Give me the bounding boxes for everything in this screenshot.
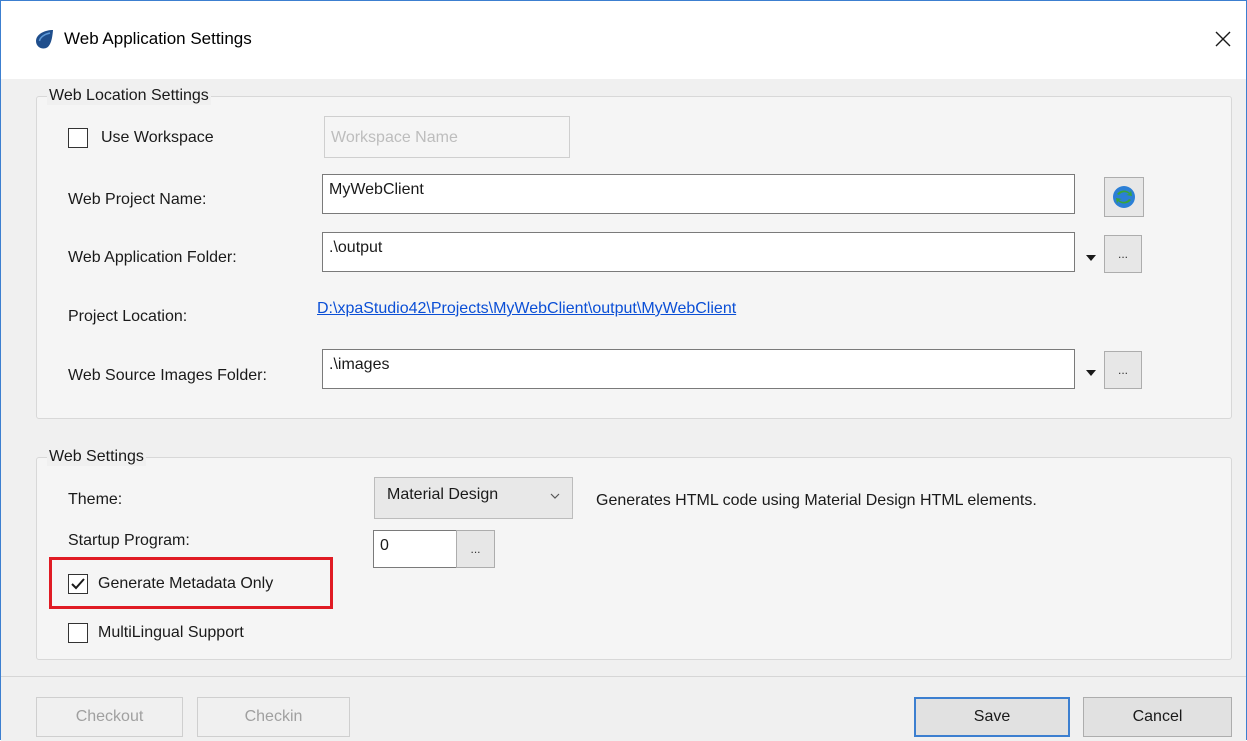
save-button[interactable]: Save xyxy=(914,697,1070,737)
startup-program-browse-button[interactable]: ... xyxy=(456,530,495,568)
project-location-label: Project Location: xyxy=(68,308,188,325)
chevron-down-icon xyxy=(550,493,560,499)
close-icon xyxy=(1215,31,1231,47)
refresh-globe-icon xyxy=(1113,186,1135,208)
workspace-name-input[interactable]: Workspace Name xyxy=(324,116,570,158)
title-bar: Web Application Settings xyxy=(1,1,1246,79)
ellipsis-icon: ... xyxy=(1117,247,1128,261)
caret-down-icon[interactable] xyxy=(1084,253,1098,263)
theme-label: Theme: xyxy=(68,491,123,508)
cancel-button[interactable]: Cancel xyxy=(1083,697,1232,737)
web-images-folder-label: Web Source Images Folder: xyxy=(68,367,267,384)
dialog-footer: Checkout Checkin Save Cancel xyxy=(1,676,1246,741)
web-images-folder-input[interactable]: .\images xyxy=(322,349,1075,389)
web-app-folder-label: Web Application Folder: xyxy=(68,249,237,266)
web-settings-caption: Web Settings xyxy=(47,448,146,466)
web-location-caption: Web Location Settings xyxy=(47,87,211,105)
refresh-button[interactable] xyxy=(1104,177,1144,217)
caret-down-icon[interactable] xyxy=(1084,368,1098,378)
multilingual-label: MultiLingual Support xyxy=(98,624,244,641)
theme-selected-value: Material Design xyxy=(387,486,499,503)
web-images-folder-browse-button[interactable]: ... xyxy=(1104,351,1142,389)
startup-program-label: Startup Program: xyxy=(68,532,190,549)
multilingual-checkbox[interactable] xyxy=(68,623,88,643)
project-location-link[interactable]: D:\xpaStudio42\Projects\MyWebClient\outp… xyxy=(317,300,736,318)
web-app-folder-input[interactable]: .\output xyxy=(322,232,1075,272)
water-drop-icon xyxy=(36,30,53,49)
web-project-name-input[interactable]: MyWebClient xyxy=(322,174,1075,214)
settings-dialog: Web Application Settings Web Location Se… xyxy=(0,0,1247,741)
close-button[interactable] xyxy=(1200,17,1246,61)
startup-program-input[interactable]: 0 xyxy=(373,530,457,568)
theme-select[interactable]: Material Design xyxy=(374,477,573,519)
checkout-button[interactable]: Checkout xyxy=(36,697,183,737)
generate-metadata-label: Generate Metadata Only xyxy=(98,575,274,592)
theme-description: Generates HTML code using Material Desig… xyxy=(596,492,1037,509)
ellipsis-icon: ... xyxy=(470,542,481,556)
web-app-folder-browse-button[interactable]: ... xyxy=(1104,235,1142,273)
web-project-name-label: Web Project Name: xyxy=(68,191,207,208)
generate-metadata-checkbox[interactable] xyxy=(68,574,88,594)
use-workspace-checkbox[interactable] xyxy=(68,128,88,148)
use-workspace-label: Use Workspace xyxy=(101,129,214,146)
window-title: Web Application Settings xyxy=(64,29,252,48)
checkin-button[interactable]: Checkin xyxy=(197,697,350,737)
ellipsis-icon: ... xyxy=(1117,363,1128,377)
checkmark-icon xyxy=(71,578,85,590)
